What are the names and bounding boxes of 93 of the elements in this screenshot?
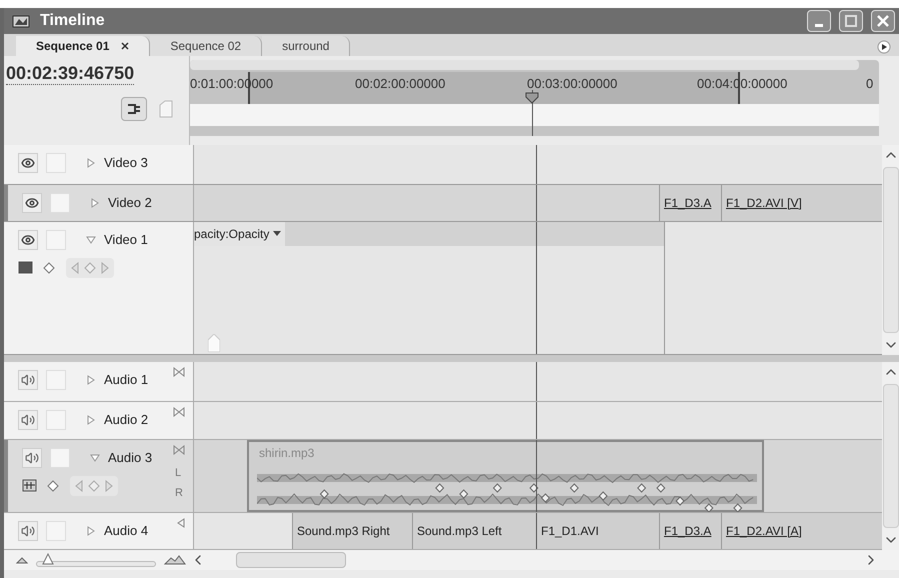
speaker-toggle[interactable] <box>22 448 42 468</box>
marker-icon[interactable] <box>159 100 173 118</box>
zoom-out-icon[interactable] <box>16 556 28 564</box>
track-header[interactable]: Audio 4 <box>4 513 194 549</box>
lock-checkbox[interactable] <box>50 448 70 468</box>
keyframe-navigator[interactable] <box>70 476 118 496</box>
keyframe-navigator[interactable] <box>66 258 114 278</box>
waveform-style-icon[interactable] <box>22 479 38 493</box>
track-name: Audio 3 <box>108 449 152 468</box>
eye-icon <box>21 156 35 170</box>
stereo-sync-icon <box>173 445 185 455</box>
maximize-button[interactable] <box>839 10 863 32</box>
eye-toggle[interactable] <box>18 153 38 173</box>
sequence-tab[interactable]: surround <box>262 36 350 56</box>
clip[interactable]: F1_D3.A <box>659 185 721 221</box>
zoom-slider-track[interactable] <box>36 561 156 567</box>
channel-label: L <box>175 466 182 480</box>
collapsed-triangle-icon[interactable] <box>90 198 100 208</box>
horizontal-scroll-thumb[interactable] <box>236 552 346 568</box>
collapsed-triangle-icon[interactable] <box>86 526 96 536</box>
track-name: Video 1 <box>104 231 148 250</box>
timecode-display[interactable]: 00:02:39:46750 <box>6 62 134 85</box>
clip-label: shirin.mp3 <box>259 445 314 462</box>
speaker-icon <box>25 451 39 465</box>
stereo-sync-icon <box>173 407 185 417</box>
track-name: Video 2 <box>108 194 152 212</box>
next-keyframe-icon <box>100 262 110 274</box>
snap-button[interactable] <box>121 97 147 121</box>
opacity-keyframe-marker-icon[interactable] <box>208 334 220 352</box>
clip[interactable]: F1_D2.AVI [A] <box>721 513 882 549</box>
channel-label: R <box>175 486 183 500</box>
lock-checkbox[interactable] <box>46 153 66 173</box>
effect-menu[interactable]: pacity:Opacity <box>194 222 286 246</box>
speaker-icon <box>21 413 35 427</box>
lock-checkbox[interactable] <box>46 521 66 541</box>
ruler-timecode: 00:02:00:00000 <box>355 75 446 93</box>
lock-checkbox[interactable] <box>50 193 70 213</box>
speaker-icon <box>21 524 35 538</box>
collapsed-triangle-icon[interactable] <box>86 375 96 385</box>
eye-icon <box>21 233 35 247</box>
vertical-scrollbar[interactable] <box>882 362 899 550</box>
display-style-icon[interactable] <box>18 261 34 275</box>
sequence-tab[interactable]: Sequence 01 <box>16 36 150 56</box>
track-header[interactable]: Video 2 <box>4 185 194 221</box>
track-name: Audio 1 <box>104 371 148 390</box>
track-header[interactable]: Audio 1 <box>4 362 194 401</box>
window-title: Timeline <box>40 11 105 31</box>
track-header[interactable]: Video 1 <box>4 222 194 354</box>
clip[interactable]: F1_D3.A <box>659 513 721 549</box>
lock-checkbox[interactable] <box>46 230 66 250</box>
mono-icon <box>177 518 185 528</box>
collapsed-triangle-icon[interactable] <box>86 415 96 425</box>
slider-thumb[interactable] <box>42 553 54 565</box>
track-name: Audio 2 <box>104 411 148 430</box>
minimize-button[interactable] <box>807 10 831 32</box>
close-button[interactable] <box>871 10 895 32</box>
clip[interactable]: F1_D1.AVI <box>536 513 659 549</box>
collapsed-triangle-icon[interactable] <box>86 158 96 168</box>
lock-checkbox[interactable] <box>46 370 66 390</box>
stereo-sync-icon <box>173 367 185 377</box>
clip[interactable]: Sound.mp3 Left <box>412 513 536 549</box>
sequence-tab[interactable]: Sequence 02 <box>150 36 262 56</box>
eye-toggle[interactable] <box>18 230 38 250</box>
app-icon <box>12 13 32 29</box>
track-header[interactable]: Video 3 <box>4 145 194 184</box>
ruler-timecode: 0 <box>866 75 874 93</box>
expanded-triangle-icon[interactable] <box>90 453 100 463</box>
lock-checkbox[interactable] <box>46 410 66 430</box>
speaker-toggle[interactable] <box>18 370 38 390</box>
vertical-scrollbar[interactable] <box>882 145 899 355</box>
dropdown-caret-icon <box>273 231 282 237</box>
track-name: Audio 4 <box>104 522 148 540</box>
track-header[interactable]: Audio 3 L R <box>4 440 194 512</box>
clip[interactable]: Sound.mp3 Right <box>292 513 412 549</box>
previous-keyframe-icon <box>74 480 84 492</box>
speaker-icon <box>21 373 35 387</box>
ruler-timecode: 00:03:00:00000 <box>527 75 618 93</box>
add-keyframe-icon <box>88 480 100 492</box>
snap-icon <box>126 102 142 116</box>
clip[interactable]: F1_D2.AVI [V] <box>721 185 882 221</box>
close-icon <box>876 14 890 28</box>
previous-keyframe-icon <box>70 262 80 274</box>
track-name: Video 3 <box>104 154 148 172</box>
next-keyframe-icon <box>104 480 114 492</box>
speaker-toggle[interactable] <box>18 521 38 541</box>
eye-icon <box>25 196 39 210</box>
add-keyframe-icon <box>84 262 96 274</box>
track-header[interactable]: Audio 2 <box>4 402 194 439</box>
zoom-in-icon[interactable] <box>164 555 186 565</box>
panel-menu-icon[interactable] <box>877 40 891 54</box>
speaker-toggle[interactable] <box>18 410 38 430</box>
eye-toggle[interactable] <box>22 193 42 213</box>
expanded-triangle-icon[interactable] <box>86 235 96 245</box>
